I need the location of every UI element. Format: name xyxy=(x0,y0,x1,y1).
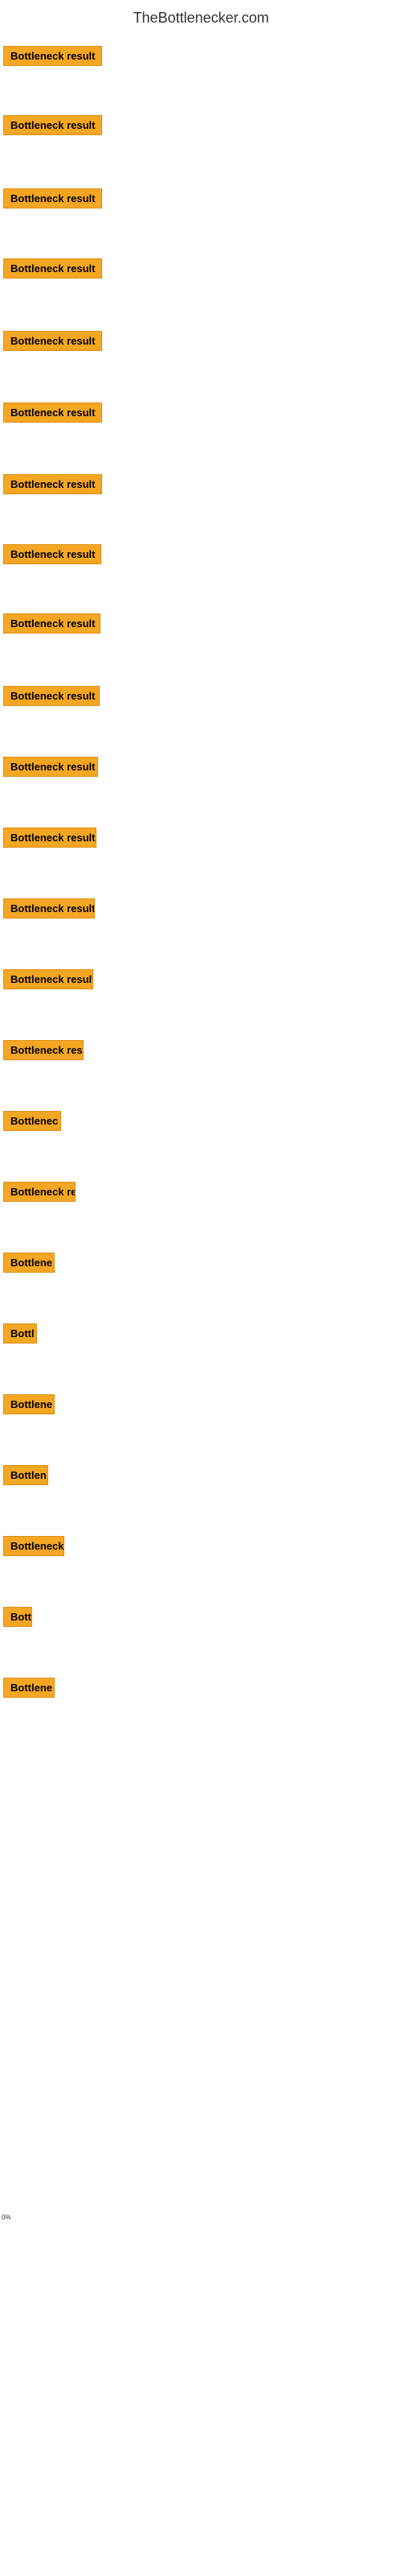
bottleneck-row: Bottleneck result xyxy=(3,258,102,283)
bottleneck-row: Bott xyxy=(3,1607,32,1631)
bottleneck-row: Bottleneck result xyxy=(3,686,100,710)
bottleneck-badge[interactable]: Bottleneck result xyxy=(3,402,102,423)
bottleneck-row: Bottleneck result xyxy=(3,969,93,993)
site-title: TheBottlenecker.com xyxy=(0,3,402,33)
bottleneck-badge[interactable]: Bottleneck result xyxy=(3,115,102,135)
bottleneck-row: Bottleneck result xyxy=(3,46,102,70)
bottleneck-row: Bottleneck result xyxy=(3,757,98,781)
bottleneck-badge[interactable]: Bottlen xyxy=(3,1465,48,1485)
bottleneck-badge[interactable]: Bottlene xyxy=(3,1253,55,1273)
bottleneck-badge[interactable]: Bottleneck result xyxy=(3,757,98,777)
bottleneck-badge[interactable]: Bottleneck result xyxy=(3,474,102,494)
bottleneck-row: Bottlenec xyxy=(3,1111,61,1135)
bottleneck-badge[interactable]: Bottleneck result xyxy=(3,258,102,279)
bottleneck-row: Bottleneck xyxy=(3,1536,64,1560)
bottleneck-row: Bottleneck result xyxy=(3,402,102,427)
bottleneck-row: Bottleneck result xyxy=(3,115,102,139)
bottleneck-row: Bottl xyxy=(3,1323,37,1348)
bottleneck-badge[interactable]: Bottleneck xyxy=(3,1536,64,1556)
bottleneck-row: Bottleneck res xyxy=(3,1040,84,1064)
bottleneck-badge[interactable]: Bottleneck res xyxy=(3,1040,84,1060)
bottleneck-row: Bottleneck result xyxy=(3,331,102,355)
bottleneck-badge[interactable]: Bottleneck result xyxy=(3,686,100,706)
bottleneck-badge[interactable]: Bott xyxy=(3,1607,32,1627)
bottleneck-row: Bottleneck result xyxy=(3,544,101,568)
bottleneck-badge[interactable]: Bottleneck result xyxy=(3,969,93,989)
bottleneck-row: Bottleneck result xyxy=(3,613,100,638)
bottleneck-badge[interactable]: Bottl xyxy=(3,1323,37,1344)
bottleneck-badge[interactable]: Bottlene xyxy=(3,1394,55,1414)
small-label: 0% xyxy=(2,2214,11,2221)
bottleneck-badge[interactable]: Bottleneck re xyxy=(3,1182,76,1202)
bottleneck-badge[interactable]: Bottleneck result xyxy=(3,613,100,634)
bottleneck-badge[interactable]: Bottlenec xyxy=(3,1111,61,1131)
bottleneck-row: Bottlen xyxy=(3,1465,48,1489)
bottleneck-badge[interactable]: Bottleneck result xyxy=(3,544,101,564)
bottleneck-badge[interactable]: Bottleneck result xyxy=(3,188,102,208)
bottleneck-row: Bottleneck result xyxy=(3,474,102,498)
bottleneck-badge[interactable]: Bottlene xyxy=(3,1678,55,1698)
bottleneck-badge[interactable]: Bottleneck result xyxy=(3,828,96,848)
bottleneck-row: Bottleneck result xyxy=(3,828,96,852)
bottleneck-row: Bottleneck re xyxy=(3,1182,76,1206)
bottleneck-row: Bottlene xyxy=(3,1394,55,1418)
bottleneck-badge[interactable]: Bottleneck result xyxy=(3,46,102,66)
bottleneck-row: Bottleneck result xyxy=(3,898,95,923)
bottleneck-row: Bottlene xyxy=(3,1678,55,1702)
bottleneck-row: Bottleneck result xyxy=(3,188,102,213)
bottleneck-badge[interactable]: Bottleneck result xyxy=(3,331,102,351)
bottleneck-badge[interactable]: Bottleneck result xyxy=(3,898,95,919)
bottleneck-row: Bottlene xyxy=(3,1253,55,1277)
